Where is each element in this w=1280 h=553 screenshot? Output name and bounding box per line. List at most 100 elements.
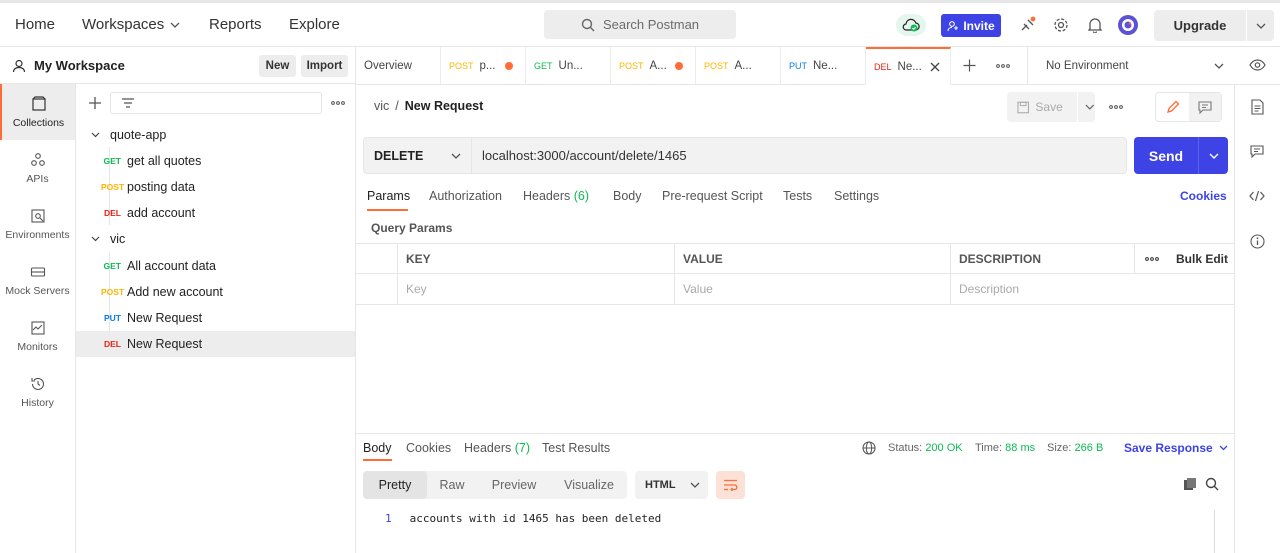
view-raw[interactable]: Raw [427,471,477,499]
request-item[interactable]: DEL add account [76,200,355,226]
wrap-lines-button[interactable] [716,471,745,499]
tab-overview[interactable]: Overview [356,47,441,85]
response-tab-test-results[interactable]: Test Results [542,441,610,455]
request-item-selected[interactable]: DEL New Request [76,331,355,357]
rail-environments[interactable]: Environments [0,196,75,252]
environment-select[interactable]: No Environment [1027,47,1236,85]
time-value: 88 ms [1005,442,1036,454]
invite-button[interactable]: Invite [941,14,1001,37]
tab-tests[interactable]: Tests [783,189,812,203]
upgrade-menu-button[interactable] [1247,23,1274,29]
save-button[interactable]: Save [1007,92,1095,122]
rail-collections[interactable]: Collections [0,84,75,140]
method-badge: PUT [104,313,121,323]
table-options-button[interactable] [1134,244,1168,274]
sync-status-button[interactable] [896,14,926,36]
comments-button[interactable] [1247,141,1267,161]
settings-button[interactable] [1051,15,1071,35]
workspace-title[interactable]: My Workspace [12,58,125,73]
rail-apis[interactable]: APIs [0,140,75,196]
description-input[interactable]: Description [950,274,1234,304]
rail-mock-servers[interactable]: Mock Servers [0,252,75,308]
tab-pre-request-script[interactable]: Pre-request Script [662,189,763,203]
response-divider[interactable] [356,433,1234,434]
globe-icon[interactable] [862,441,876,455]
more-options-icon[interactable] [331,101,345,105]
code-snippet-button[interactable] [1247,186,1267,206]
search-icon[interactable] [1205,477,1219,491]
save-response-button[interactable]: Save Response [1124,441,1228,455]
notifications-button[interactable] [1085,15,1105,35]
bulk-edit-button[interactable]: Bulk Edit [1168,244,1234,274]
rail-history[interactable]: History [0,364,75,420]
upgrade-button[interactable]: Upgrade [1154,10,1274,41]
satellite-button[interactable] [1018,15,1038,35]
rail-monitors[interactable]: Monitors [0,308,75,364]
request-item[interactable]: GET All account data [76,253,355,279]
rail-label: History [21,396,54,409]
plus-icon[interactable] [963,59,976,72]
size-value: 266 B [1074,442,1104,454]
chevron-down-icon [690,482,700,488]
close-icon[interactable] [930,62,940,72]
request-item[interactable]: PUT New Request [76,305,355,331]
request-item[interactable]: POST Add new account [76,279,355,305]
method-select[interactable]: DELETE [363,137,472,174]
key-input[interactable]: Key [397,274,674,304]
copy-icon[interactable] [1183,477,1197,491]
send-menu-button[interactable] [1199,153,1228,159]
nav-workspaces[interactable]: Workspaces [82,16,180,33]
tab-request[interactable]: POST p... [441,47,526,85]
tab-params[interactable]: Params [367,189,410,203]
nav-workspaces-label: Workspaces [82,16,165,33]
more-options-icon[interactable] [996,64,1010,68]
edit-mode-button[interactable] [1156,93,1189,121]
import-button[interactable]: Import [301,55,348,77]
value-input[interactable]: Value [674,274,950,304]
nav-reports[interactable]: Reports [209,16,262,33]
request-item[interactable]: POST posting data [76,174,355,200]
rail-label: Environments [5,228,70,241]
scrollbar[interactable] [1214,510,1215,553]
tab-settings[interactable]: Settings [834,189,879,203]
cookies-link[interactable]: Cookies [1180,189,1227,203]
view-pretty[interactable]: Pretty [363,471,427,499]
view-preview[interactable]: Preview [477,471,551,499]
request-item[interactable]: GET get all quotes [76,148,355,174]
headers-count: (6) [573,189,590,203]
method-badge: POST [704,61,729,71]
tab-request[interactable]: POST A... [696,47,781,85]
avatar[interactable] [1117,14,1139,36]
send-button[interactable]: Send [1134,137,1228,174]
response-tab-body[interactable]: Body [363,441,392,455]
plus-icon[interactable] [88,96,102,110]
comment-mode-button[interactable] [1189,93,1221,121]
collection-quote-app[interactable]: quote-app [76,122,355,148]
more-options-icon[interactable] [1109,105,1123,109]
collection-vic[interactable]: vic [76,226,355,252]
size-label: Size: [1047,442,1072,454]
tab-authorization[interactable]: Authorization [429,189,502,203]
tab-request-active[interactable]: DEL Ne... [866,47,951,85]
response-tab-cookies[interactable]: Cookies [406,441,451,455]
chevron-down-icon[interactable] [1085,104,1095,110]
nav-explore[interactable]: Explore [289,16,340,33]
eye-icon[interactable] [1249,59,1266,71]
info-button[interactable] [1247,231,1267,251]
view-visualize[interactable]: Visualize [551,471,627,499]
documentation-button[interactable] [1247,97,1267,117]
new-button[interactable]: New [259,55,296,77]
breadcrumb-parent[interactable]: vic [374,99,389,113]
tab-headers[interactable]: Headers (6) [523,189,589,203]
tab-request[interactable]: PUT Ne... [781,47,866,85]
tab-body[interactable]: Body [613,189,642,203]
response-tab-headers[interactable]: Headers (7) [464,441,530,455]
collections-icon [31,95,46,111]
nav-home[interactable]: Home [15,16,55,33]
search-bar[interactable]: Search Postman [544,10,736,39]
tab-request[interactable]: GET Un... [526,47,611,85]
tab-request[interactable]: POST A... [611,47,696,85]
format-select[interactable]: HTML [635,471,708,499]
url-input[interactable]: localhost:3000/account/delete/1465 [472,137,1127,174]
filter-input[interactable] [110,92,322,114]
